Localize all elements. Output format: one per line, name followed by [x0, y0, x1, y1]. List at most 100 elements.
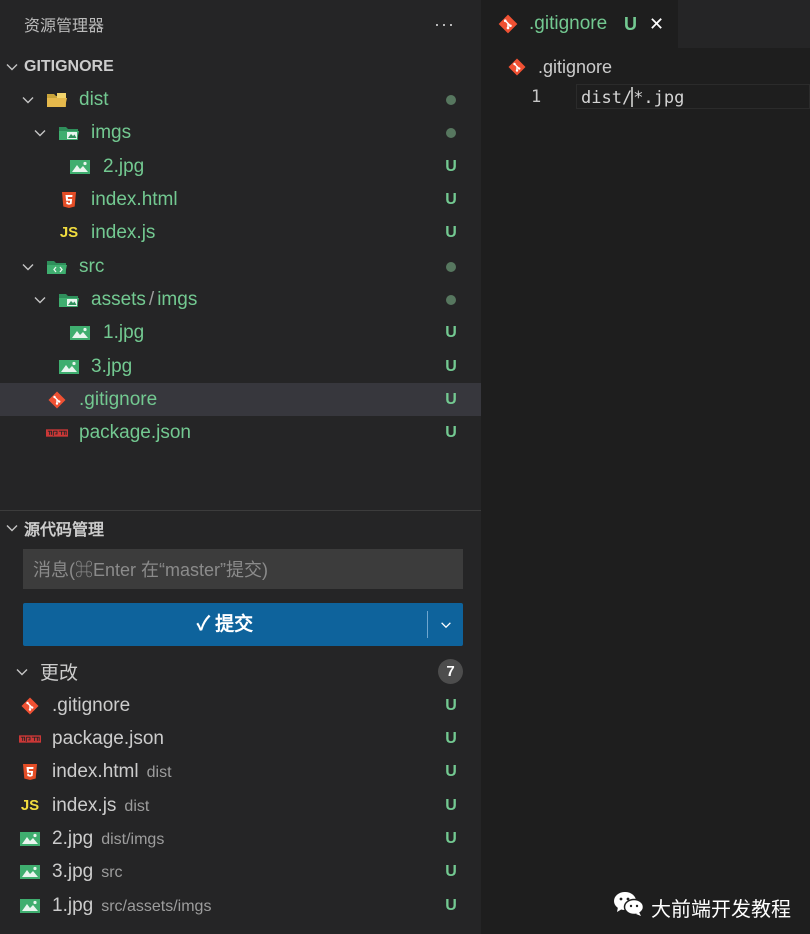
explorer-header: 资源管理器 ··· — [0, 0, 481, 48]
tree-item-src[interactable]: src — [0, 250, 481, 283]
change-item-index-js[interactable]: JS index.js dist U — [0, 789, 481, 822]
tree-item-label: 3.jpg — [91, 355, 133, 377]
sidebar: 资源管理器 ··· GITIGNORE dist imgs 2.jpg U in… — [0, 0, 481, 934]
change-item-label: .gitignore — [52, 695, 138, 717]
path-separator: / — [148, 288, 155, 310]
line-number: 1 — [531, 87, 542, 107]
watermark-text: 大前端开发教程 — [651, 898, 791, 921]
folder-images-icon — [58, 291, 80, 309]
html5-icon — [19, 763, 41, 781]
change-file-path: dist — [124, 797, 150, 815]
tree-item-label: index.html — [91, 188, 178, 210]
change-file-name: 2.jpg — [52, 827, 94, 849]
tab-label: .gitignore — [529, 13, 608, 34]
commit-dropdown-button[interactable] — [428, 603, 463, 646]
change-file-path: dist/imgs — [101, 830, 165, 848]
npm-icon — [46, 424, 68, 442]
tree-item-label: src — [79, 255, 105, 277]
compact-folder-segment[interactable]: assets — [91, 289, 146, 310]
change-file-path: dist — [146, 763, 172, 781]
tree-item-assets-imgs[interactable]: assets / imgs — [0, 283, 481, 316]
chevron-down-icon[interactable] — [20, 259, 36, 275]
change-item-label: 1.jpg src/assets/imgs — [52, 895, 211, 917]
chevron-down-icon[interactable] — [14, 664, 30, 680]
changes-count-badge: 7 — [438, 659, 463, 684]
change-item-label: 3.jpg src — [52, 861, 123, 883]
tree-item-3-jpg[interactable]: 3.jpg U — [0, 350, 481, 383]
tree-item-gitignore[interactable]: .gitignore U — [0, 383, 481, 416]
untracked-status: U — [445, 190, 457, 208]
js-icon: JS — [20, 797, 40, 814]
change-item-label: 2.jpg dist/imgs — [52, 828, 164, 850]
change-item-3-jpg[interactable]: 3.jpg src U — [0, 855, 481, 888]
chevron-down-icon[interactable] — [20, 92, 36, 108]
tree-item-2-jpg[interactable]: 2.jpg U — [0, 150, 481, 183]
git-icon — [507, 57, 527, 83]
modified-dot-indicator — [446, 261, 456, 272]
change-item-gitignore[interactable]: .gitignore U — [0, 689, 481, 722]
more-actions-icon[interactable]: ··· — [434, 14, 455, 35]
code-text: dist/*.jpg — [581, 87, 684, 108]
image-file-icon — [19, 863, 41, 881]
tree-item-label-compact: assets / imgs — [91, 289, 197, 311]
untracked-status: U — [445, 357, 457, 375]
folder-src-icon — [46, 258, 68, 276]
change-item-2-jpg[interactable]: 2.jpg dist/imgs U — [0, 822, 481, 855]
chevron-down-icon[interactable] — [32, 125, 48, 141]
modified-dot-indicator — [446, 94, 456, 105]
tree-item-label: index.js — [91, 221, 156, 243]
change-file-name: 1.jpg — [52, 894, 94, 916]
tab-close-icon[interactable]: ✕ — [649, 14, 664, 35]
change-item-label: index.js dist — [52, 795, 149, 817]
breadcrumb[interactable]: .gitignore — [481, 52, 810, 82]
modified-dot-indicator — [446, 294, 456, 305]
image-file-icon — [69, 324, 91, 342]
chevron-down-icon[interactable] — [32, 292, 48, 308]
untracked-status: U — [445, 423, 457, 441]
tree-item-1-jpg[interactable]: 1.jpg U — [0, 316, 481, 349]
breadcrumb-item[interactable]: .gitignore — [538, 57, 612, 78]
git-icon — [46, 391, 68, 409]
tree-item-label: 1.jpg — [103, 321, 145, 343]
change-item-1-jpg[interactable]: 1.jpg src/assets/imgs U — [0, 889, 481, 922]
code-line-1[interactable]: 1 dist/*.jpg — [481, 84, 810, 111]
git-icon — [497, 13, 519, 41]
tree-item-dist[interactable]: dist — [0, 83, 481, 116]
folder-images-icon — [58, 124, 80, 142]
change-item-label: index.html dist — [52, 761, 172, 783]
change-file-path: src — [101, 863, 123, 881]
commit-button[interactable]: ✓ 提交 — [23, 603, 463, 646]
image-file-icon — [58, 358, 80, 376]
image-file-icon — [19, 897, 41, 915]
tab-status: U — [624, 13, 637, 34]
untracked-status: U — [445, 762, 457, 780]
untracked-status: U — [445, 390, 457, 408]
editor-area: .gitignore U ✕ .gitignore 1 dist/*.jpg 大… — [481, 0, 810, 934]
code-segment: *.jpg — [633, 88, 685, 108]
change-file-name: index.html — [52, 760, 139, 782]
image-file-icon — [19, 830, 41, 848]
js-icon: JS — [59, 224, 79, 241]
change-item-index-html[interactable]: index.html dist U — [0, 755, 481, 788]
code-segment: dist/ — [581, 88, 633, 108]
compact-folder-segment[interactable]: imgs — [157, 289, 197, 310]
scm-section-header[interactable]: 源代码管理 — [0, 512, 481, 544]
tree-item-imgs[interactable]: imgs — [0, 116, 481, 149]
tree-item-index-html[interactable]: index.html U — [0, 183, 481, 216]
scm-title: 源代码管理 — [24, 522, 105, 539]
commit-message-input[interactable]: 消息(⌘Enter 在“master”提交) — [23, 549, 463, 589]
npm-icon — [19, 730, 41, 748]
tree-item-index-js[interactable]: JS index.js U — [0, 216, 481, 249]
tree-item-label: dist — [79, 88, 109, 110]
change-item-package-json[interactable]: package.json U — [0, 722, 481, 755]
tab-gitignore[interactable]: .gitignore U ✕ — [481, 0, 678, 48]
changes-group-header[interactable]: 更改 7 — [0, 655, 481, 688]
tab-bar: .gitignore U ✕ — [481, 0, 810, 48]
explorer-root-header[interactable]: GITIGNORE — [0, 51, 481, 83]
git-icon — [19, 697, 41, 715]
chevron-down-icon — [6, 525, 18, 532]
change-file-name: index.js — [52, 794, 117, 816]
commit-message-placeholder: 消息(⌘Enter 在“master”提交) — [33, 560, 269, 580]
tree-item-label: 2.jpg — [103, 155, 145, 177]
tree-item-package-json[interactable]: package.json U — [0, 416, 481, 449]
